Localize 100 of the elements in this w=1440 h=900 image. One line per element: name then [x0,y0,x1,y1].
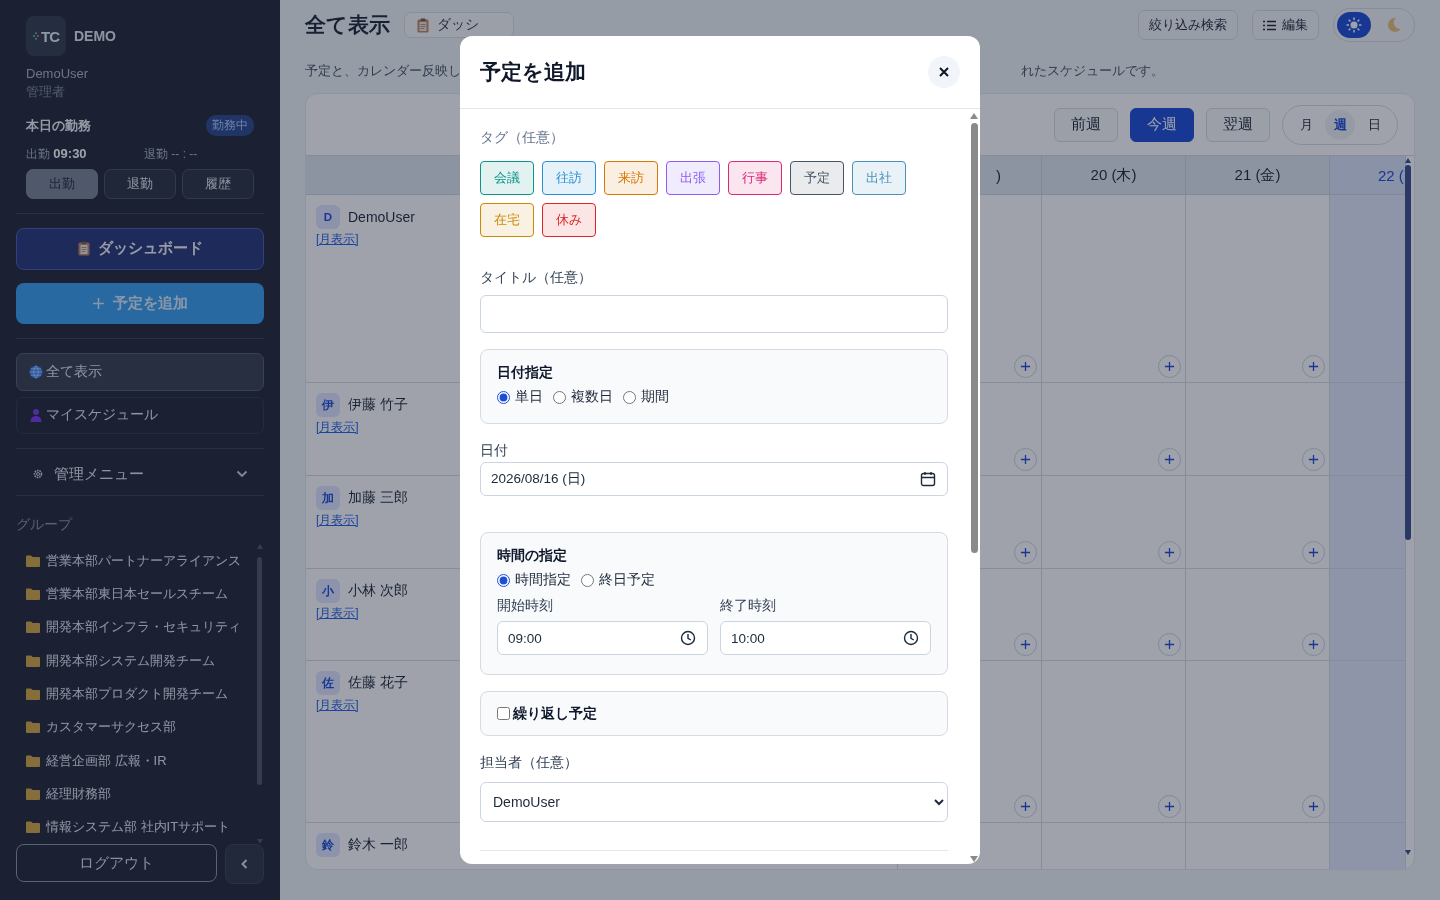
folder-icon [26,721,40,734]
radio-button[interactable] [581,573,594,587]
dashboard-button[interactable]: ダッシ [404,12,514,38]
radio-label: 期間 [641,388,669,406]
tag-chip[interactable]: 予定 [790,161,844,195]
edit-button[interactable]: 編集 [1252,10,1319,40]
tag-chip[interactable]: 出社 [852,161,906,195]
plus-icon [1164,547,1175,558]
plus-icon [1020,801,1031,812]
group-item[interactable]: 情報システム部 社内ITサポート [16,810,257,844]
group-item[interactable]: 営業本部パートナーアライアンス [16,544,257,578]
clock-in-time: 出勤 09:30 [26,146,88,163]
radio-button[interactable] [553,390,566,404]
plus-icon [1164,639,1175,650]
radio-label: 単日 [515,388,543,406]
folder-icon [26,754,40,767]
tag-chip[interactable]: 行事 [728,161,782,195]
section-title: 時間の指定 [497,547,568,565]
tag-chip[interactable]: 往訪 [542,161,596,195]
scroll-up-icon [1405,158,1411,163]
nav-item[interactable]: 全て表示 [16,353,264,391]
radio-button[interactable] [497,390,510,404]
checkbox-label: 繰り返し予定 [513,704,597,723]
plus-icon [1308,801,1319,812]
avatar-initial: 伊 [316,393,340,417]
scrollbar-thumb[interactable] [970,123,978,553]
avatar-initial: 佐 [316,671,340,695]
close-button[interactable] [928,56,960,88]
dashboard-button[interactable]: ダッシュボード [16,228,264,270]
calendar-icon [920,471,936,487]
logo-text: TC [41,27,59,45]
page-subtitle: 予定と、カレンダー反映し [305,62,461,80]
radio-button[interactable] [497,573,510,587]
field-label: 終了時刻 [720,597,777,615]
plus-icon [1308,361,1319,372]
select-field[interactable]: DemoUser [480,782,948,822]
week-nav-button[interactable]: 前週 [1054,107,1118,142]
scroll-up-icon [970,113,978,119]
input-field[interactable]: 2026/08/16 (日) [480,462,948,496]
input-field[interactable]: 10:00 [720,621,931,655]
tag-chip[interactable]: 会議 [480,161,534,195]
day-header: 22 ( [1378,166,1404,184]
folder-icon [26,821,40,834]
plus-icon [1164,454,1175,465]
month-view-link[interactable]: [月表示] [316,231,359,248]
group-item[interactable]: 営業本部東日本セールスチーム [16,577,257,611]
scrollbar-thumb[interactable] [257,557,262,785]
month-view-link[interactable]: [月表示] [316,605,359,622]
group-item[interactable]: 経理財務部 [16,777,257,811]
avatar-initial: 加 [316,486,340,510]
radio-label: 複数日 [571,388,613,406]
checkbox[interactable] [497,707,510,720]
plus-icon [1308,454,1319,465]
month-view-link[interactable]: [月表示] [316,419,359,436]
tag-chip[interactable]: 出張 [666,161,720,195]
month-view-link[interactable]: [月表示] [316,697,359,714]
radio-button[interactable] [623,390,636,404]
radio-label: 時間指定 [515,571,571,589]
status-badge: 勤務中 [206,115,254,136]
filter-button[interactable]: 絞り込み検索 [1138,10,1238,40]
close-icon [939,67,949,77]
folder-icon [26,554,40,567]
group-item[interactable]: カスタマーサクセス部 [16,710,257,744]
attendance-button[interactable]: 退勤 [104,169,176,199]
field-label: 開始時刻 [497,597,554,615]
tag-chip[interactable]: 休み [542,203,596,237]
plus-icon [1020,361,1031,372]
week-nav-button[interactable]: 翌週 [1206,107,1270,142]
input-field[interactable]: 09:00 [497,621,708,655]
week-nav-button[interactable]: 今週 [1130,107,1194,142]
input-field[interactable] [480,295,948,333]
nav-item[interactable]: マイスケジュール [16,396,264,435]
tag-chip[interactable]: 在宅 [480,203,534,237]
view-tab[interactable]: 月 [1291,109,1321,140]
dialog-title: 予定を追加 [480,59,586,85]
plus-icon [1020,639,1031,650]
member-name: 鈴木 一郎 [348,836,408,854]
plus-icon [1020,547,1031,558]
clock-icon [903,630,919,646]
view-tab[interactable]: 週 [1325,109,1355,140]
tag-chip[interactable]: 来訪 [604,161,658,195]
user-name: DemoUser [26,66,90,81]
member-name: 小林 次郎 [348,582,408,600]
view-tab[interactable]: 日 [1359,109,1389,140]
attendance-button[interactable]: 履歴 [182,169,254,199]
admin-menu-toggle[interactable]: 管理メニュー [54,464,144,484]
scrollbar-thumb[interactable] [1405,165,1411,540]
avatar-initial: 小 [316,579,340,603]
theme-option[interactable] [1337,12,1371,38]
group-item[interactable]: 開発本部システム開発チーム [16,644,257,678]
logout-button[interactable]: ログアウト [16,844,217,882]
folder-icon [26,588,40,600]
group-item[interactable]: 開発本部プロダクト開発チーム [16,677,257,711]
group-item[interactable]: 経営企画部 広報・IR [16,743,257,778]
field-label: 担当者（任意） [480,754,579,772]
month-view-link[interactable]: [月表示] [316,512,359,529]
plus-icon [1308,547,1319,558]
group-item[interactable]: 開発本部インフラ・セキュリティ [16,610,257,644]
radio-label: 終日予定 [599,571,655,589]
scroll-down-icon [1405,850,1411,855]
